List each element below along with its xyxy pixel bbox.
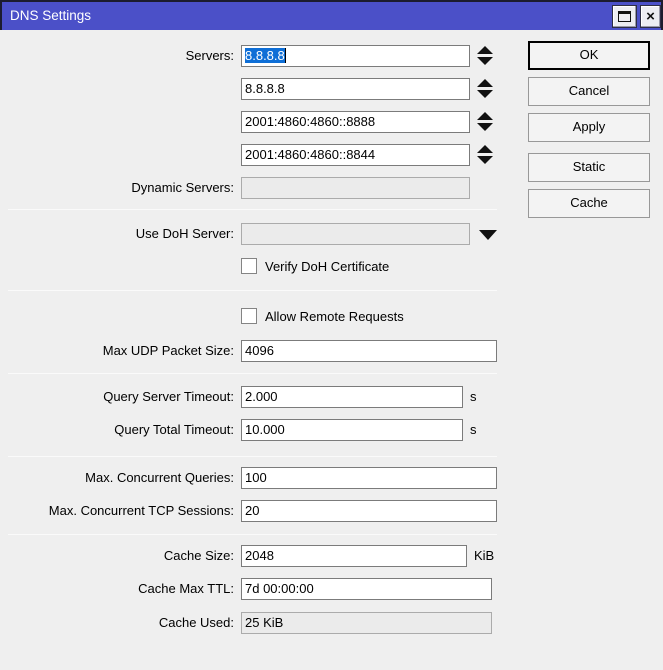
max-udp-packet-size-field[interactable]: 4096 (241, 340, 497, 362)
verify-doh-certificate-checkbox[interactable] (241, 258, 257, 274)
dynamic-servers-field (241, 177, 470, 199)
titlebar: DNS Settings (0, 0, 663, 30)
query-server-timeout-label: Query Server Timeout: (0, 386, 234, 408)
separator (8, 290, 497, 291)
close-icon: × (646, 9, 655, 24)
up-arrow-icon[interactable] (477, 112, 493, 120)
allow-remote-requests-label: Allow Remote Requests (265, 308, 404, 325)
server-input-1[interactable]: 8.8.8.8 (241, 78, 470, 100)
cache-max-ttl-field[interactable]: 7d 00:00:00 (241, 578, 492, 600)
server-reorder-control-1[interactable] (477, 79, 494, 99)
apply-button[interactable]: Apply (528, 113, 650, 142)
server-input-0[interactable]: 8.8.8.8 (241, 45, 470, 67)
servers-label: Servers: (0, 45, 234, 67)
cache-used-label: Cache Used: (0, 612, 234, 634)
use-doh-server-field[interactable] (241, 223, 470, 245)
max-concurrent-queries-label: Max. Concurrent Queries: (0, 467, 234, 489)
server-reorder-control-0[interactable] (477, 46, 494, 66)
server-reorder-control-3[interactable] (477, 145, 494, 165)
max-concurrent-tcp-sessions-label: Max. Concurrent TCP Sessions: (0, 500, 234, 522)
cache-size-unit: KiB (474, 545, 494, 567)
maximize-icon (618, 11, 631, 22)
separator (8, 534, 497, 535)
max-concurrent-tcp-sessions-field[interactable]: 20 (241, 500, 497, 522)
window-title: DNS Settings (10, 2, 91, 28)
cancel-button[interactable]: Cancel (528, 77, 650, 106)
query-total-timeout-field[interactable]: 10.000 (241, 419, 463, 441)
maximize-button[interactable] (612, 5, 637, 28)
text-caret (285, 48, 286, 63)
query-server-timeout-unit: s (470, 386, 477, 408)
selected-text: 8.8.8.8 (245, 48, 285, 63)
dynamic-servers-label: Dynamic Servers: (0, 177, 234, 199)
use-doh-server-label: Use DoH Server: (0, 223, 234, 245)
static-button[interactable]: Static (528, 153, 650, 182)
allow-remote-requests-checkbox[interactable] (241, 308, 257, 324)
down-arrow-icon[interactable] (477, 90, 493, 98)
query-server-timeout-field[interactable]: 2.000 (241, 386, 463, 408)
separator (8, 456, 497, 457)
cache-button[interactable]: Cache (528, 189, 650, 218)
separator (8, 373, 497, 374)
server-reorder-control-2[interactable] (477, 112, 494, 132)
up-arrow-icon[interactable] (477, 145, 493, 153)
dns-settings-window: DNS Settings × Servers: 8.8.8.8 8.8.8.8 … (0, 0, 663, 670)
max-concurrent-queries-field[interactable]: 100 (241, 467, 497, 489)
separator (8, 209, 497, 210)
cache-size-field[interactable]: 2048 (241, 545, 467, 567)
cache-size-label: Cache Size: (0, 545, 234, 567)
cache-used-field: 25 KiB (241, 612, 492, 634)
verify-doh-certificate-label: Verify DoH Certificate (265, 258, 389, 275)
cache-max-ttl-label: Cache Max TTL: (0, 578, 234, 600)
up-arrow-icon[interactable] (477, 46, 493, 54)
up-arrow-icon[interactable] (477, 79, 493, 87)
doh-dropdown-arrow-icon[interactable] (479, 230, 497, 240)
down-arrow-icon[interactable] (477, 57, 493, 65)
close-button[interactable]: × (640, 5, 661, 28)
max-udp-packet-size-label: Max UDP Packet Size: (0, 340, 234, 362)
server-input-3[interactable]: 2001:4860:4860::8844 (241, 144, 470, 166)
down-arrow-icon[interactable] (477, 123, 493, 131)
ok-button[interactable]: OK (528, 41, 650, 70)
query-total-timeout-label: Query Total Timeout: (0, 419, 234, 441)
query-total-timeout-unit: s (470, 419, 477, 441)
server-input-2[interactable]: 2001:4860:4860::8888 (241, 111, 470, 133)
down-arrow-icon[interactable] (477, 156, 493, 164)
